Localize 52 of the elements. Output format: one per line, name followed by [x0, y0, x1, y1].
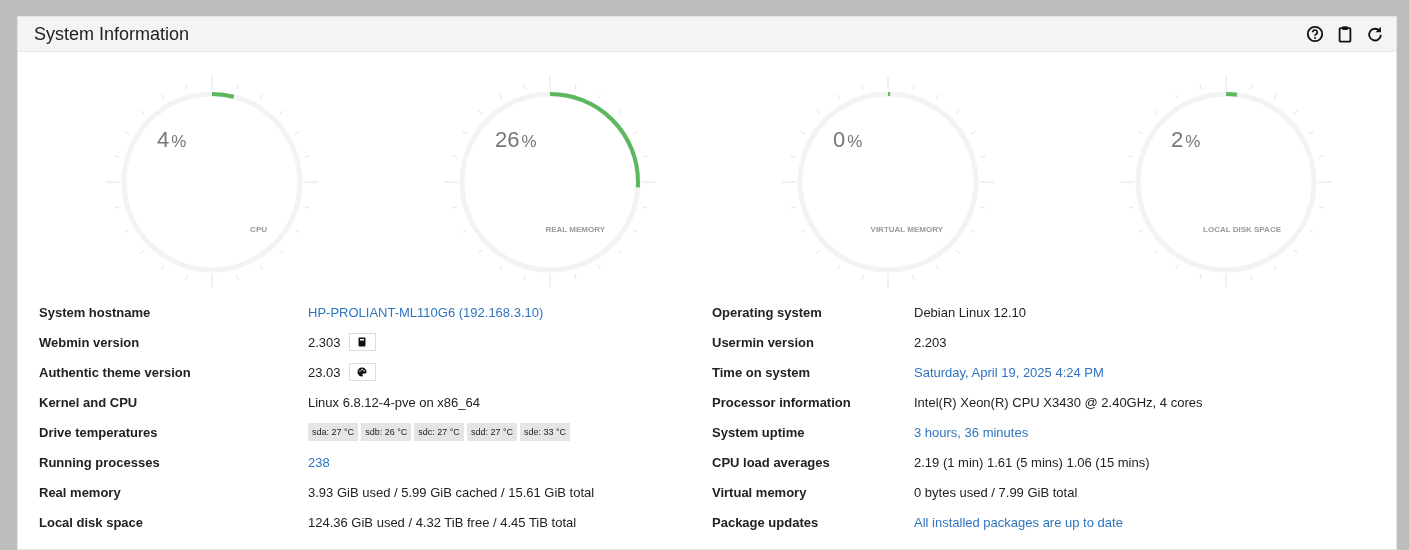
gauge-label: LOCAL DISK SPACE	[1203, 225, 1281, 234]
field-label: Running processes	[39, 454, 161, 470]
field-value: Debian Linux 12.10	[914, 304, 1027, 320]
gauge-label: VIRTUAL MEMORY	[870, 225, 943, 234]
field-value: 0 bytes used / 7.99 GiB total	[914, 484, 1078, 500]
field-value: 2.203	[914, 334, 947, 350]
gauge-percent: 2%	[1171, 127, 1201, 152]
field-label: System uptime	[712, 424, 806, 440]
field-label: Usermin version	[712, 334, 815, 350]
field-value: Linux 6.8.12-4-pve on x86_64	[308, 394, 480, 410]
field-value: 2.19 (1 min) 1.61 (5 mins) 1.06 (15 mins)	[914, 454, 1150, 470]
version-value: 2.303	[308, 334, 341, 350]
gauge-percent: 4%	[157, 127, 187, 152]
field-label: Drive temperatures	[39, 424, 159, 440]
field-label: Real memory	[39, 484, 122, 500]
field-label: Local disk space	[39, 514, 145, 530]
field-value: 124.36 GiB used / 4.32 TiB free / 4.45 TiB total	[308, 514, 577, 530]
gauge-percent: 26%	[495, 127, 537, 152]
field-label: System hostname	[39, 304, 152, 320]
value-link[interactable]: All installed packages are up to date	[914, 514, 1123, 530]
temperature-badge: sdc: 27 °C	[414, 423, 464, 441]
field-label: Processor information	[712, 394, 852, 410]
temperature-badge: sdd: 27 °C	[466, 423, 517, 441]
value-link[interactable]: 238	[308, 454, 330, 470]
field-label: Webmin version	[39, 334, 141, 350]
value-link[interactable]: 3 hours, 36 minutes	[914, 424, 1029, 440]
temperature-badge: sde: 33 °C	[520, 423, 571, 441]
gauge-label: REAL MEMORY	[545, 225, 605, 234]
clipboard-icon[interactable]	[1336, 25, 1354, 43]
help-icon[interactable]	[1306, 25, 1324, 43]
value-link[interactable]: Saturday, April 19, 2025 4:24 PM	[914, 364, 1104, 380]
palette-icon	[357, 367, 368, 377]
icon-button[interactable]	[348, 363, 376, 381]
field-label: Package updates	[712, 514, 820, 530]
gauge-label: CPU	[250, 225, 267, 234]
temperature-badge: sdb: 26 °C	[361, 423, 412, 441]
book-icon	[357, 337, 368, 347]
field-label: Virtual memory	[712, 484, 808, 500]
temperature-badge: sda: 27 °C	[308, 423, 359, 441]
field-label: Authentic theme version	[39, 364, 192, 380]
version-value: 23.03	[308, 364, 341, 380]
field-label: Operating system	[712, 304, 823, 320]
icon-button[interactable]	[348, 333, 376, 351]
value-link[interactable]: HP-PROLIANT-ML110G6 (192.168.3.10)	[308, 304, 544, 320]
field-value: 3.93 GiB used / 5.99 GiB cached / 15.61 GiB total	[308, 484, 595, 500]
panel-title: System Information	[34, 23, 190, 45]
field-value: Intel(R) Xeon(R) CPU X3430 @ 2.40GHz, 4 cores	[914, 394, 1203, 410]
field-label: Kernel and CPU	[39, 394, 139, 410]
field-label: Time on system	[712, 364, 812, 380]
refresh-icon[interactable]	[1366, 25, 1384, 43]
field-label: CPU load averages	[712, 454, 831, 470]
gauge-percent: 0%	[833, 127, 863, 152]
